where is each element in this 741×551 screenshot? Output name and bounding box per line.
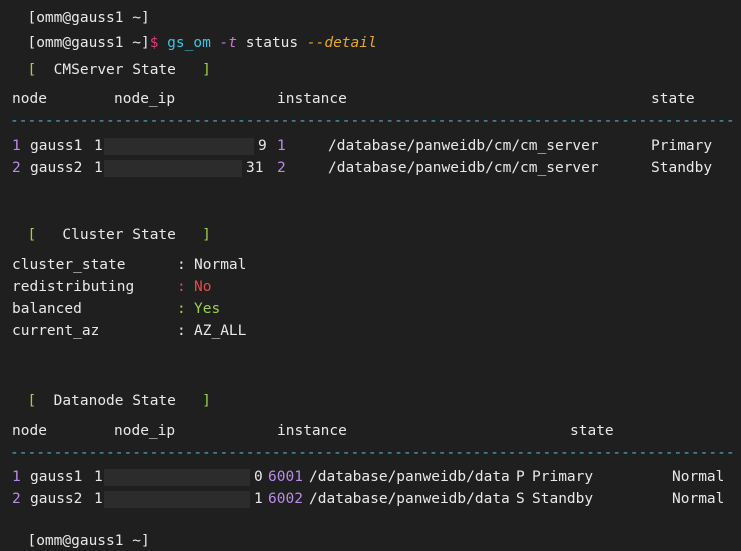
header-node-ip: node_ip <box>114 91 176 107</box>
row-path: /database/panweidb/data <box>309 469 510 485</box>
bracket-close: ] <box>202 393 211 409</box>
command-option: --detail <box>306 35 377 51</box>
row-ip-start: 1 <box>94 138 103 154</box>
datanode-section-title: [ Datanode State ] <box>10 371 210 409</box>
header-node: node <box>12 91 47 107</box>
row-instance-id: 1 <box>277 138 286 154</box>
cmserver-section-title: [ CMServer State ] <box>10 40 210 78</box>
cluster-key: cluster_state <box>12 257 126 273</box>
row-ip-end: 31 <box>246 160 264 176</box>
redacted-ip <box>104 138 254 155</box>
row-node: gauss1 <box>30 469 83 485</box>
row-state: Standby <box>651 160 713 176</box>
command-line[interactable]: [omm@gauss1 ~]$ gs_om -t status --detail <box>10 13 376 51</box>
header-node-ip: node_ip <box>114 423 176 439</box>
cluster-key: current_az <box>12 323 100 339</box>
row-index: 1 <box>12 138 21 154</box>
header-state: state <box>570 423 614 439</box>
cluster-key: redistributing <box>12 279 135 295</box>
row-ip-end: 9 <box>258 138 267 154</box>
row-status: Normal <box>672 491 725 507</box>
row-state: Standby <box>532 491 594 507</box>
cluster-sep: : <box>177 301 186 317</box>
row-ip-end: 1 <box>254 491 263 507</box>
cluster-section-title: [ Cluster State ] <box>10 205 210 243</box>
cluster-key: balanced <box>12 301 82 317</box>
redacted-ip <box>104 469 250 486</box>
row-ip-start: 1 <box>94 491 103 507</box>
row-ip-end: 0 <box>254 469 263 485</box>
row-path: /database/panweidb/cm/cm_server <box>328 138 599 154</box>
row-state: Primary <box>532 469 594 485</box>
redacted-ip <box>104 491 250 508</box>
cluster-sep: : <box>177 279 186 295</box>
row-node: gauss2 <box>30 160 83 176</box>
command-arg: status <box>245 35 299 51</box>
row-index: 1 <box>12 469 21 485</box>
cluster-value: AZ_ALL <box>194 323 247 339</box>
row-ip-start: 1 <box>94 160 103 176</box>
header-node: node <box>12 423 47 439</box>
row-status: Normal <box>672 469 725 485</box>
cluster-title: Cluster State <box>62 227 176 243</box>
bracket-open: [ <box>27 62 37 78</box>
row-instance-id: 2 <box>277 160 286 176</box>
row-node: gauss2 <box>30 491 83 507</box>
cluster-value: No <box>194 279 212 295</box>
datanode-divider: ----------------------------------------… <box>10 445 735 461</box>
cluster-value: Yes <box>194 301 221 317</box>
bracket-close: ] <box>202 227 211 243</box>
row-node: gauss1 <box>30 138 83 154</box>
cluster-sep: : <box>177 323 186 339</box>
cluster-sep: : <box>177 257 186 273</box>
next-prompt: [omm@gauss1 ~] <box>27 533 150 549</box>
bracket-close: ] <box>202 62 211 78</box>
bracket-open: [ <box>27 227 37 243</box>
row-instance-id: 6002 <box>268 491 303 507</box>
row-role: P <box>516 469 525 485</box>
row-path: /database/panweidb/cm/cm_server <box>328 160 599 176</box>
datanode-title: Datanode State <box>53 393 176 409</box>
cmserver-divider: ----------------------------------------… <box>10 113 735 129</box>
header-state: state <box>651 91 695 107</box>
row-role: S <box>516 491 525 507</box>
row-state: Primary <box>651 138 713 154</box>
row-index: 2 <box>12 491 21 507</box>
row-path: /database/panweidb/data <box>309 491 510 507</box>
previous-prompt-line: [omm@gauss1 ~] <box>10 0 149 26</box>
cluster-value: Normal <box>194 257 247 273</box>
row-ip-start: 1 <box>94 469 103 485</box>
header-instance: instance <box>277 91 347 107</box>
header-instance: instance <box>277 423 347 439</box>
next-prompt-line: [omm@gauss1 ~] <box>10 511 149 549</box>
bracket-open: [ <box>27 393 37 409</box>
row-index: 2 <box>12 160 21 176</box>
row-instance-id: 6001 <box>268 469 303 485</box>
redacted-ip <box>104 160 242 177</box>
command-flag: -t <box>219 35 238 51</box>
cmserver-title: CMServer State <box>53 62 176 78</box>
